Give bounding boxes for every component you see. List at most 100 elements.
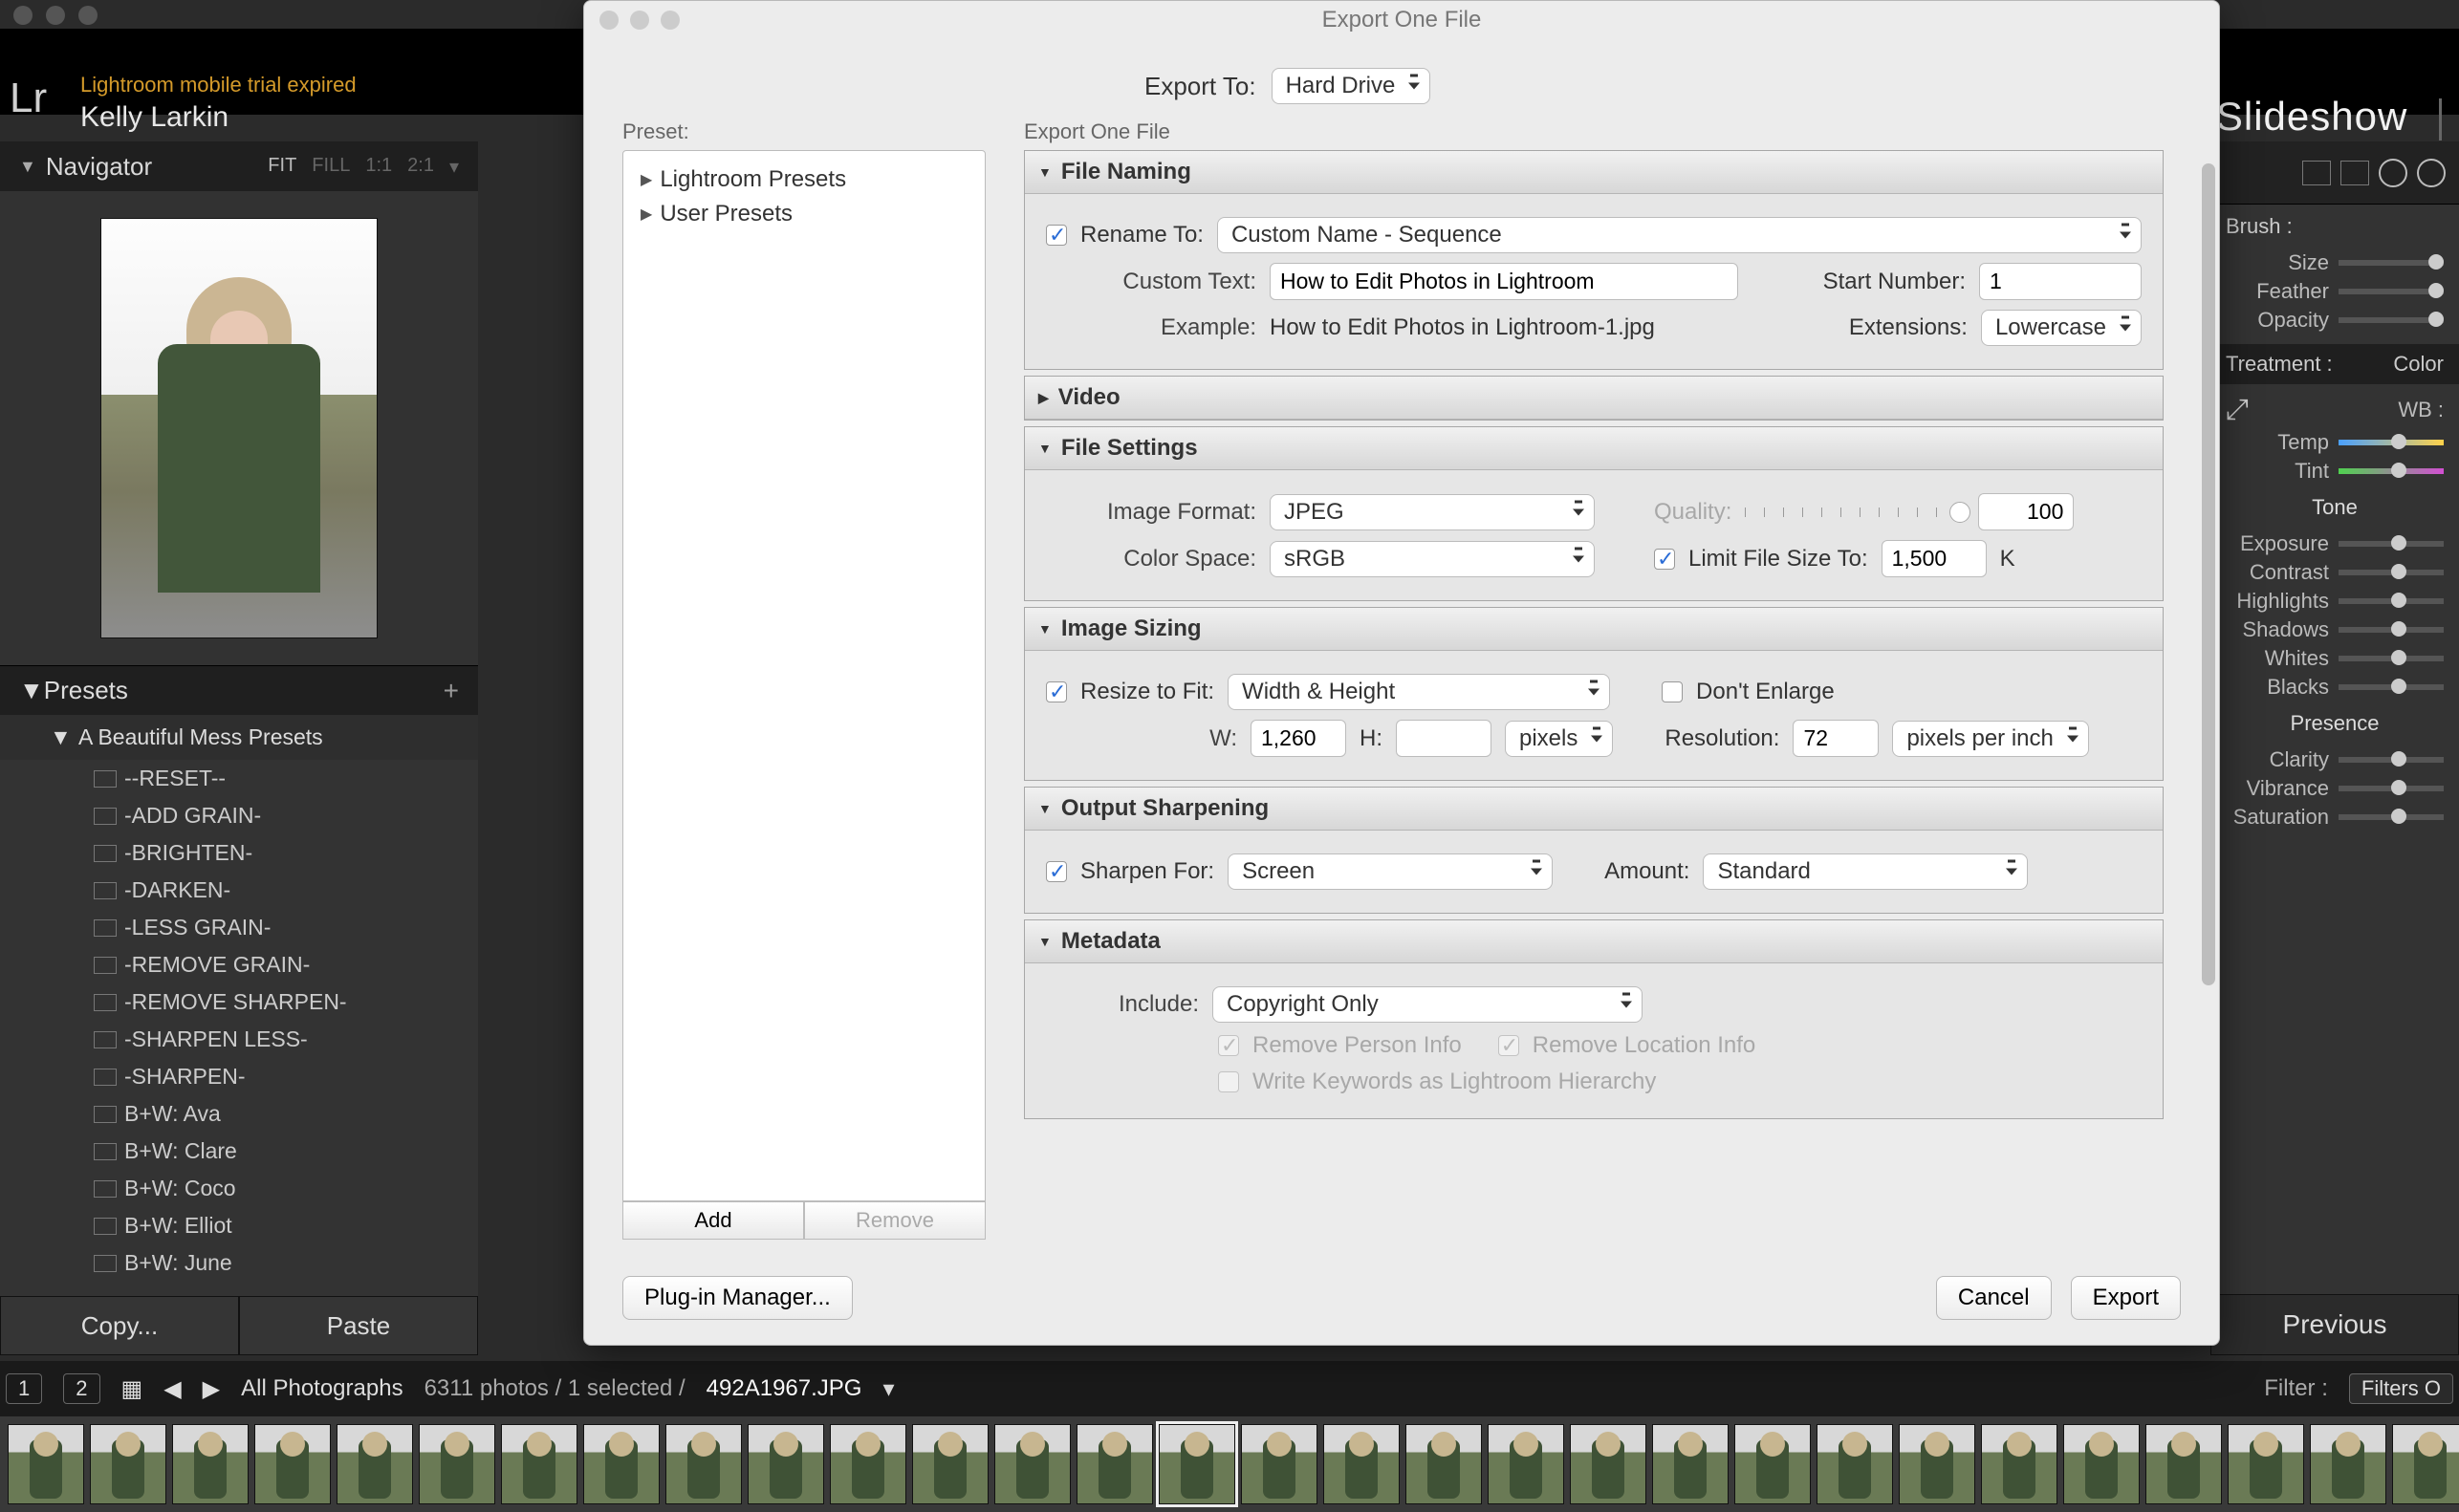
start-number-input[interactable] — [1979, 263, 2142, 300]
current-filename[interactable]: 492A1967.JPG — [707, 1375, 862, 1402]
section-header[interactable]: ▼File Settings — [1025, 427, 2163, 470]
contrast-slider[interactable] — [2339, 570, 2444, 575]
settings-scroll[interactable]: ▼File Naming Rename To: Custom Name - Se… — [1024, 150, 2181, 1219]
filmstrip-thumb[interactable] — [830, 1424, 906, 1504]
cancel-button[interactable]: Cancel — [1936, 1276, 2052, 1320]
preset-item[interactable]: -ADD GRAIN- — [0, 797, 478, 834]
size-slider[interactable] — [2339, 260, 2444, 266]
traffic-close-icon[interactable] — [13, 6, 33, 25]
nav-fwd-icon[interactable]: ▶ — [203, 1375, 220, 1403]
limit-size-checkbox[interactable] — [1654, 549, 1675, 570]
filmstrip-thumb[interactable] — [172, 1424, 249, 1504]
filmstrip-thumb[interactable] — [1570, 1424, 1646, 1504]
shadows-slider[interactable] — [2339, 627, 2444, 633]
zoom-2-1[interactable]: 2:1 — [407, 155, 434, 179]
tint-slider[interactable] — [2339, 468, 2444, 474]
zoom-fill[interactable]: FILL — [312, 155, 350, 179]
filmstrip-thumb[interactable] — [994, 1424, 1071, 1504]
preset-item[interactable]: -SHARPEN LESS- — [0, 1021, 478, 1058]
navigator-preview[interactable] — [0, 191, 478, 665]
settings-scrollbar[interactable] — [2202, 163, 2215, 1138]
resize-checkbox[interactable] — [1046, 681, 1067, 702]
rename-to-checkbox[interactable] — [1046, 225, 1067, 246]
custom-text-input[interactable] — [1270, 263, 1738, 300]
filmstrip-thumb[interactable] — [1899, 1424, 1975, 1504]
filmstrip-thumb[interactable] — [2228, 1424, 2304, 1504]
preset-item[interactable]: -SHARPEN- — [0, 1058, 478, 1095]
width-input[interactable] — [1251, 720, 1346, 757]
resolution-unit-select[interactable]: pixels per inch — [1892, 721, 2088, 757]
filmstrip-thumb[interactable] — [419, 1424, 495, 1504]
traffic-max-icon[interactable] — [78, 6, 98, 25]
circle-icon[interactable] — [2417, 159, 2446, 187]
traffic-min-icon[interactable] — [630, 11, 649, 30]
highlights-slider[interactable] — [2339, 598, 2444, 604]
filmstrip-thumb[interactable] — [2063, 1424, 2140, 1504]
preset-item[interactable]: B+W: Ava — [0, 1095, 478, 1133]
sharpen-select[interactable]: Screen — [1228, 853, 1553, 890]
filmstrip-thumb[interactable] — [2310, 1424, 2386, 1504]
preset-item[interactable]: B+W: Coco — [0, 1170, 478, 1207]
add-preset-icon[interactable]: + — [444, 676, 459, 706]
filmstrip-thumb[interactable] — [1159, 1424, 1235, 1504]
extensions-select[interactable]: Lowercase — [1981, 310, 2142, 346]
navigator-header[interactable]: ▼ Navigator FIT FILL 1:1 2:1 ▾ — [0, 141, 478, 191]
section-header[interactable]: ▼Output Sharpening — [1025, 788, 2163, 831]
resize-select[interactable]: Width & Height — [1228, 674, 1610, 710]
whites-slider[interactable] — [2339, 656, 2444, 661]
filmstrip[interactable] — [0, 1416, 2459, 1512]
preset-item[interactable]: -REMOVE GRAIN- — [0, 946, 478, 983]
preset-item[interactable]: -LESS GRAIN- — [0, 909, 478, 946]
filmstrip-thumb[interactable] — [1241, 1424, 1317, 1504]
filmstrip-thumb[interactable] — [1652, 1424, 1729, 1504]
eyedropper-icon[interactable]: ⤢ — [2226, 394, 2249, 426]
height-input[interactable] — [1396, 720, 1491, 757]
previous-button[interactable]: Previous — [2210, 1294, 2459, 1355]
filmstrip-thumb[interactable] — [2392, 1424, 2459, 1504]
traffic-max-icon[interactable] — [661, 11, 680, 30]
size-unit-select[interactable]: pixels — [1505, 721, 1613, 757]
filmstrip-thumb[interactable] — [1323, 1424, 1400, 1504]
plugin-manager-button[interactable]: Plug-in Manager... — [622, 1276, 853, 1320]
saturation-slider[interactable] — [2339, 814, 2444, 820]
grid-icon[interactable] — [2302, 161, 2331, 185]
traffic-close-icon[interactable] — [599, 11, 619, 30]
preset-item[interactable]: -BRIGHTEN- — [0, 834, 478, 872]
limit-size-input[interactable] — [1882, 540, 1987, 577]
filmstrip-thumb[interactable] — [337, 1424, 413, 1504]
feather-slider[interactable] — [2339, 289, 2444, 294]
export-button[interactable]: Export — [2071, 1276, 2181, 1320]
filmstrip-thumb[interactable] — [583, 1424, 660, 1504]
vibrance-slider[interactable] — [2339, 786, 2444, 791]
section-header[interactable]: ▼File Naming — [1025, 151, 2163, 194]
filmstrip-thumb[interactable] — [1077, 1424, 1153, 1504]
radial-icon[interactable] — [2379, 159, 2407, 187]
section-header[interactable]: ▼Metadata — [1025, 920, 2163, 963]
grid-icon[interactable]: ▦ — [121, 1375, 143, 1403]
treatment-value[interactable]: Color — [2393, 352, 2444, 377]
secondary-display-1[interactable]: 1 — [6, 1373, 42, 1404]
grid-icon[interactable] — [2340, 161, 2369, 185]
amount-select[interactable]: Standard — [1703, 853, 2028, 890]
chevron-down-icon[interactable]: ▾ — [449, 155, 459, 179]
filmstrip-thumb[interactable] — [90, 1424, 166, 1504]
opacity-slider[interactable] — [2339, 317, 2444, 323]
preset-item[interactable]: --RESET-- — [0, 760, 478, 797]
copy-button[interactable]: Copy... — [0, 1296, 239, 1355]
preset-item[interactable]: B+W: Elliot — [0, 1207, 478, 1244]
filmstrip-thumb[interactable] — [1488, 1424, 1564, 1504]
quality-slider[interactable] — [1745, 508, 1965, 517]
section-header[interactable]: ▼Image Sizing — [1025, 608, 2163, 651]
format-select[interactable]: JPEG — [1270, 494, 1595, 530]
section-header[interactable]: ▶Video — [1025, 377, 2163, 420]
zoom-fit[interactable]: FIT — [268, 155, 296, 179]
preset-listbox[interactable]: ▶Lightroom Presets ▶User Presets — [622, 150, 986, 1201]
scrollbar-thumb[interactable] — [2202, 163, 2215, 985]
preset-item[interactable]: -REMOVE SHARPEN- — [0, 983, 478, 1021]
blacks-slider[interactable] — [2339, 684, 2444, 690]
preset-item[interactable]: -DARKEN- — [0, 872, 478, 909]
filmstrip-thumb[interactable] — [1405, 1424, 1482, 1504]
filmstrip-thumb[interactable] — [1981, 1424, 2057, 1504]
nav-back-icon[interactable]: ◀ — [163, 1375, 181, 1403]
filmstrip-thumb[interactable] — [8, 1424, 84, 1504]
